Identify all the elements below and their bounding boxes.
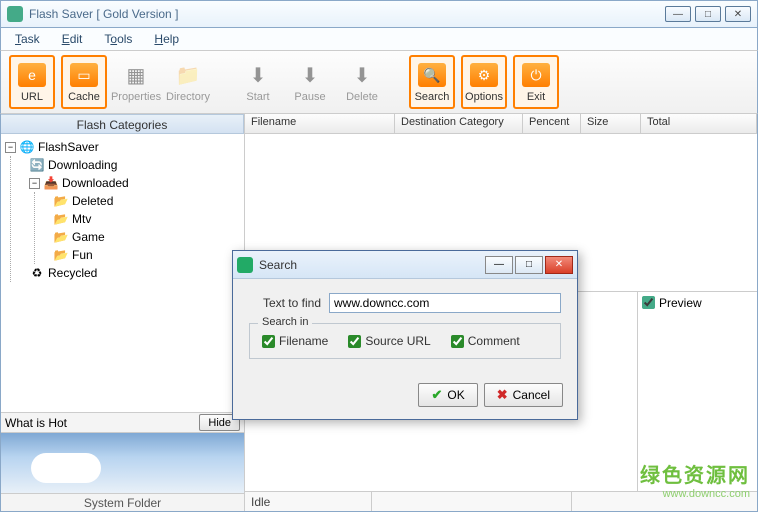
window-title: Flash Saver [ Gold Version ] (29, 7, 665, 21)
toolbar-directory[interactable]: 📁Directory (165, 55, 211, 109)
col-filename[interactable]: Filename (245, 114, 395, 133)
tree-downloaded[interactable]: −📥Downloaded (29, 174, 240, 192)
dialog-titlebar[interactable]: Search — □ ✕ (233, 251, 577, 279)
toolbar: eURL ▭Cache ▦Properties 📁Directory ⬇Star… (0, 50, 758, 114)
sidebar: Flash Categories −🌐FlashSaver 🔄Downloadi… (1, 114, 245, 511)
maximize-button[interactable]: □ (695, 6, 721, 22)
search-in-fieldset: Search in Filename Source URL Comment (249, 323, 561, 359)
status-idle: Idle (251, 495, 270, 509)
tree-recycled[interactable]: ♻Recycled (29, 264, 240, 282)
check-source-url[interactable]: Source URL (348, 334, 430, 348)
hot-title: What is Hot (5, 416, 67, 430)
toolbar-options[interactable]: ⚙Options (461, 55, 507, 109)
check-icon: ✔ (431, 387, 442, 403)
menu-help[interactable]: Help (144, 30, 189, 48)
toolbar-cache[interactable]: ▭Cache (61, 55, 107, 109)
tree-toggle-icon[interactable]: − (29, 178, 40, 189)
dialog-icon (237, 257, 253, 273)
dialog-maximize[interactable]: □ (515, 256, 543, 274)
tree-downloading[interactable]: 🔄Downloading (29, 156, 240, 174)
dialog-close[interactable]: ✕ (545, 256, 573, 274)
menu-tools[interactable]: Tools (94, 30, 142, 48)
x-icon: ✖ (497, 387, 508, 403)
statusbar: Idle (245, 491, 757, 511)
dialog-title: Search (259, 258, 485, 272)
ok-button[interactable]: ✔OK (418, 383, 477, 407)
tree-cat-game[interactable]: 📂Game (53, 228, 240, 246)
downloaded-icon: 📥 (43, 176, 59, 190)
check-comment[interactable]: Comment (451, 334, 520, 348)
search-in-legend: Search in (258, 316, 312, 328)
col-dest[interactable]: Destination Category (395, 114, 523, 133)
text-to-find-label: Text to find (249, 296, 321, 310)
titlebar: Flash Saver [ Gold Version ] — □ ✕ (0, 0, 758, 28)
toolbar-properties[interactable]: ▦Properties (113, 55, 159, 109)
preview-pane: Preview (637, 292, 757, 491)
toolbar-delete[interactable]: ⬇Delete (339, 55, 385, 109)
hot-footer: System Folder (1, 493, 244, 511)
close-button[interactable]: ✕ (725, 6, 751, 22)
recycle-icon: ♻ (29, 266, 45, 280)
toolbar-pause[interactable]: ⬇Pause (287, 55, 333, 109)
menu-edit[interactable]: Edit (52, 30, 93, 48)
menubar: Task Edit Tools Help (0, 28, 758, 50)
search-dialog: Search — □ ✕ Text to find Search in File… (232, 250, 578, 420)
sidebar-header: Flash Categories (1, 114, 244, 134)
folder-icon: 📂 (53, 248, 69, 262)
preview-checkbox[interactable] (642, 296, 655, 309)
downloading-icon: 🔄 (29, 158, 45, 172)
menu-task[interactable]: Task (5, 30, 50, 48)
col-total[interactable]: Total (641, 114, 757, 133)
tree-toggle-icon[interactable]: − (5, 142, 16, 153)
cancel-button[interactable]: ✖Cancel (484, 383, 563, 407)
folder-icon: 📂 (53, 212, 69, 226)
col-pencent[interactable]: Pencent (523, 114, 581, 133)
folder-icon: 📂 (53, 230, 69, 244)
toolbar-url[interactable]: eURL (9, 55, 55, 109)
check-filename[interactable]: Filename (262, 334, 328, 348)
toolbar-exit[interactable]: ⏻Exit (513, 55, 559, 109)
minimize-button[interactable]: — (665, 6, 691, 22)
tree[interactable]: −🌐FlashSaver 🔄Downloading −📥Downloaded 📂… (1, 134, 244, 412)
hot-image (1, 433, 244, 493)
app-icon (7, 6, 23, 22)
tree-cat-fun[interactable]: 📂Fun (53, 246, 240, 264)
toolbar-search[interactable]: 🔍Search (409, 55, 455, 109)
flash-icon: 🌐 (19, 140, 35, 154)
dialog-minimize[interactable]: — (485, 256, 513, 274)
tree-root[interactable]: −🌐FlashSaver (5, 138, 240, 156)
tree-cat-mtv[interactable]: 📂Mtv (53, 210, 240, 228)
hot-panel: What is Hot Hide System Folder (1, 412, 244, 511)
window-controls: — □ ✕ (665, 6, 751, 22)
toolbar-start[interactable]: ⬇Start (235, 55, 281, 109)
tree-cat-deleted[interactable]: 📂Deleted (53, 192, 240, 210)
folder-icon: 📂 (53, 194, 69, 208)
table-header: Filename Destination Category Pencent Si… (245, 114, 757, 134)
text-to-find-input[interactable] (329, 293, 561, 313)
col-size[interactable]: Size (581, 114, 641, 133)
preview-label: Preview (659, 296, 702, 310)
